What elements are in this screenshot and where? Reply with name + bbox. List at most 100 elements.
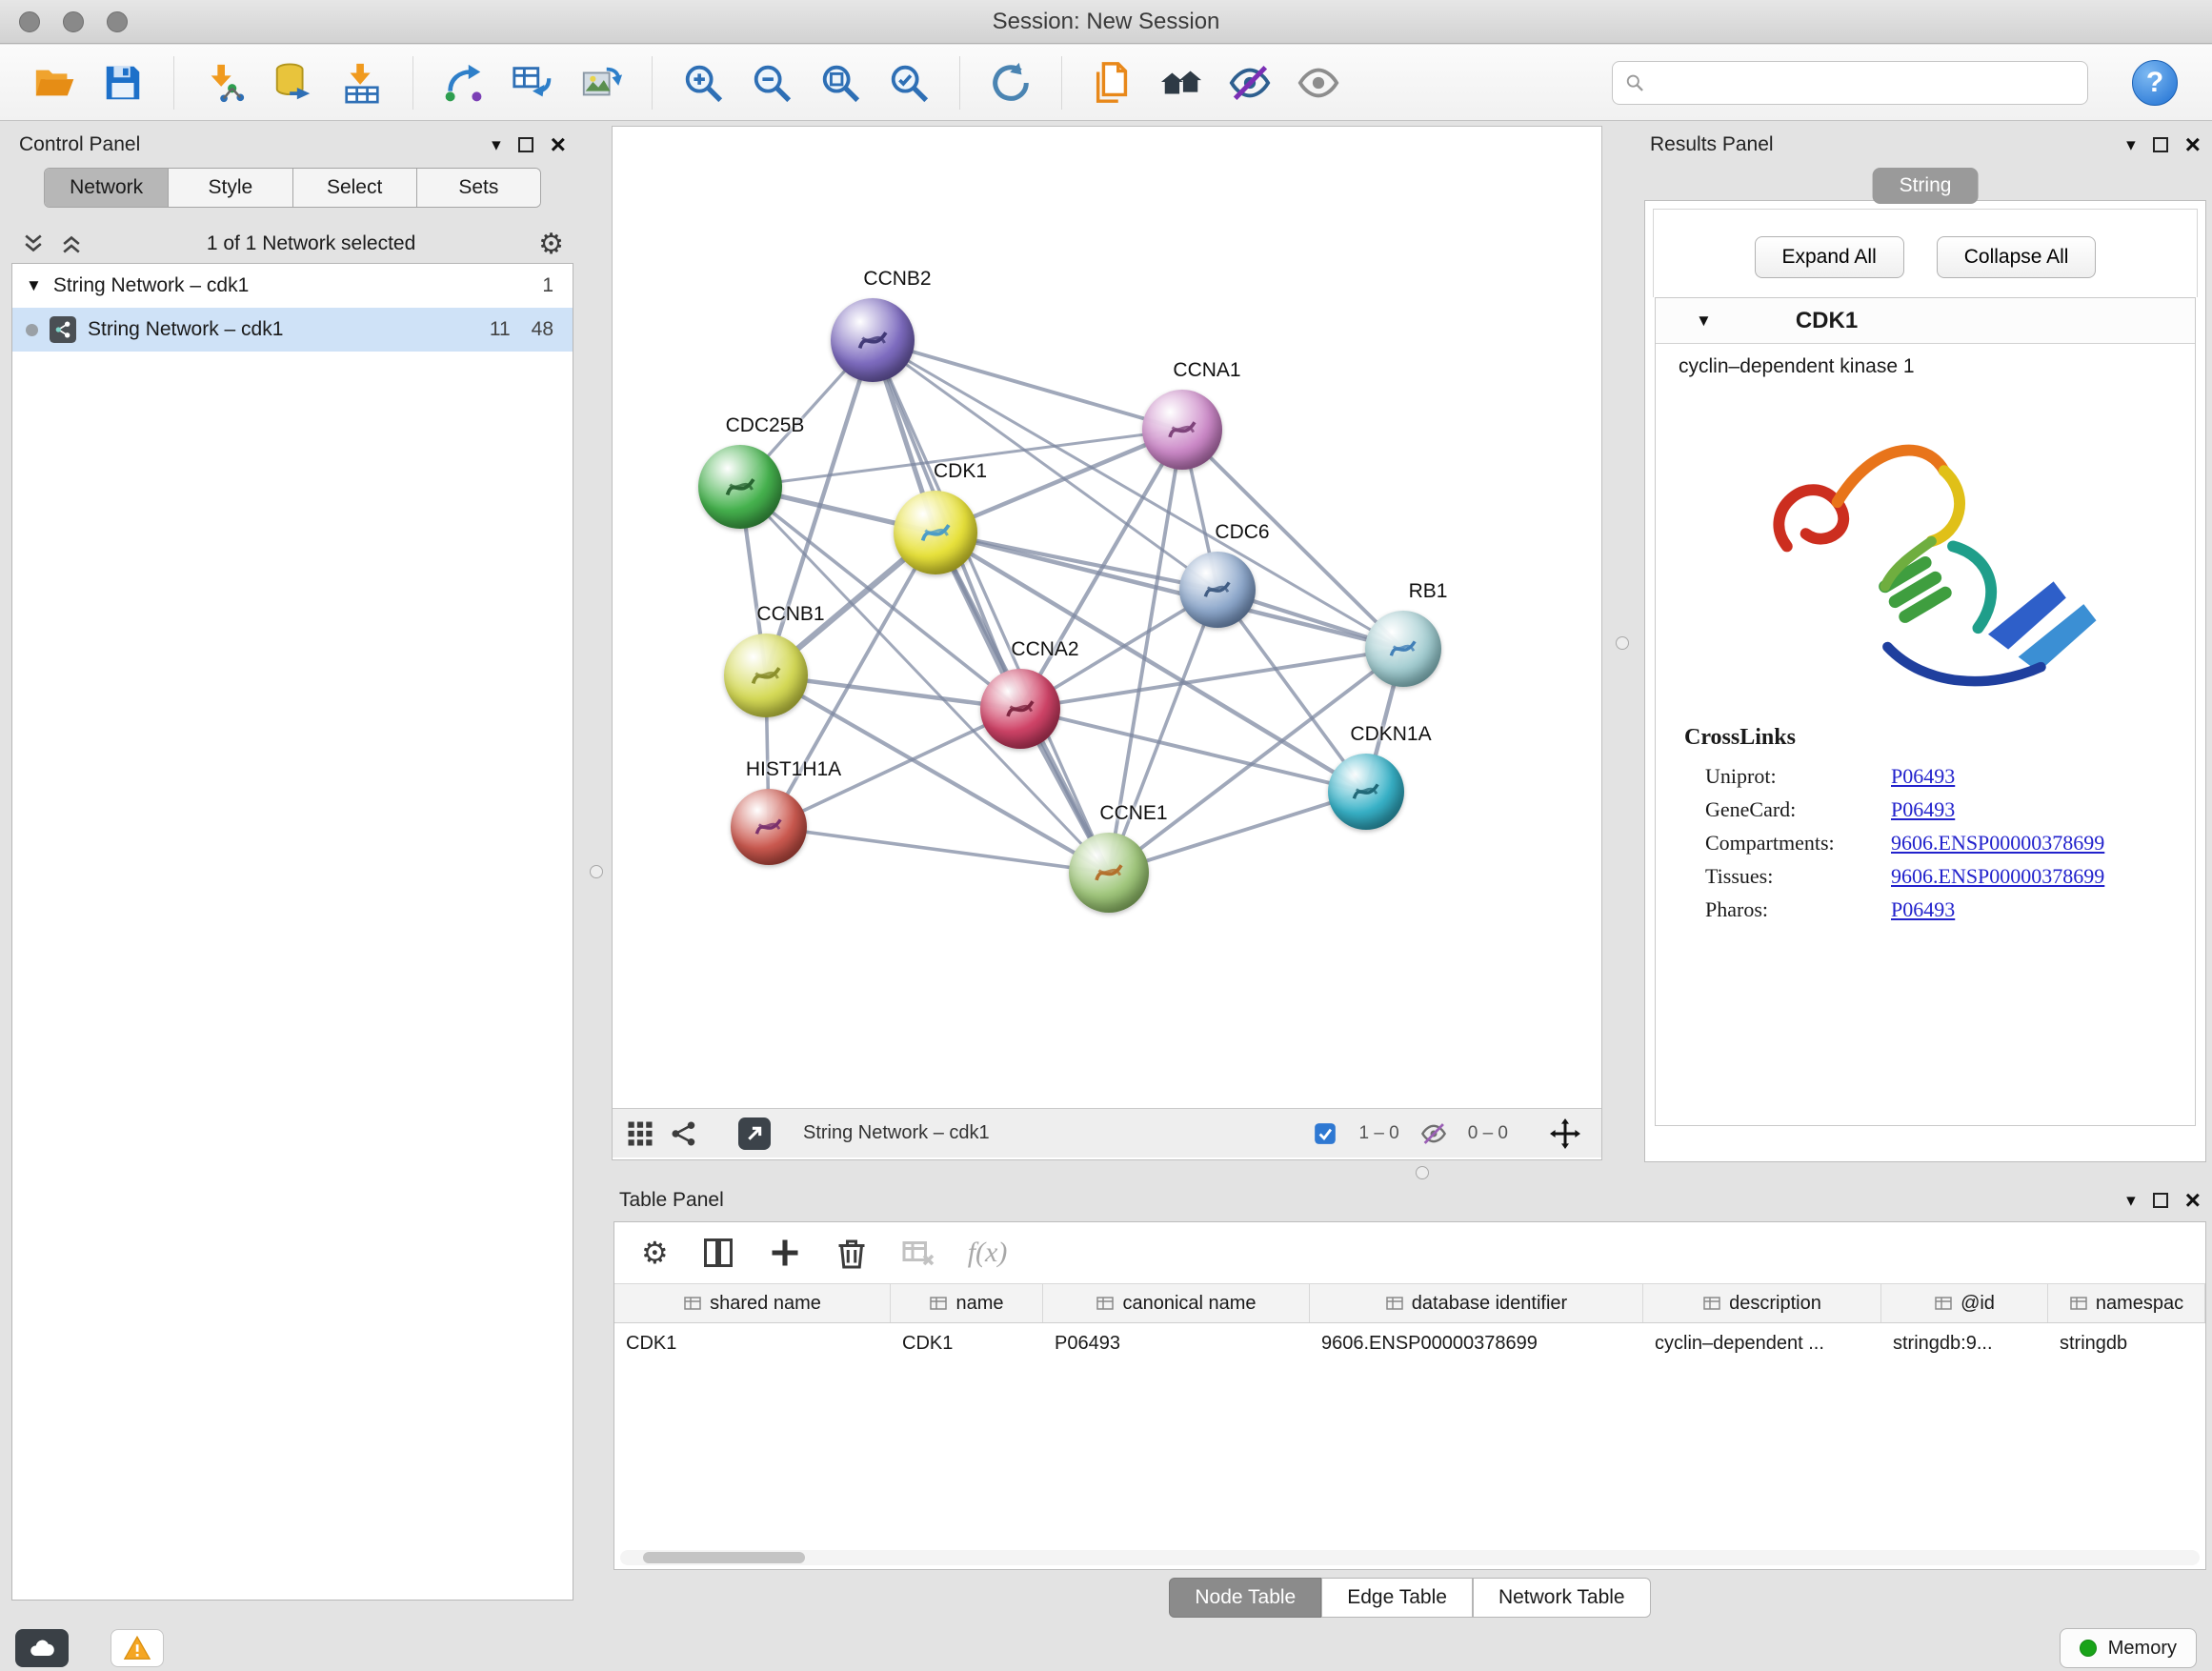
network-node-CCNA2[interactable] [980,669,1060,749]
network-node-CDKN1A[interactable] [1328,754,1404,830]
genecard-link[interactable]: P06493 [1891,797,1955,822]
network-node-CDK1[interactable] [894,491,977,574]
maximize-window-button[interactable] [107,11,128,32]
share-network-icon[interactable] [670,1119,698,1148]
network-options-gear-icon[interactable]: ⚙ [538,228,564,261]
network-canvas[interactable]: CCNB2CCNA1CDC25BCDK1CDC6RB1CCNB1CCNA2CDK… [613,127,1601,1108]
network-node-HIST1H1A[interactable] [731,789,807,865]
import-network-database-button[interactable] [264,53,323,112]
tab-network-table[interactable]: Network Table [1473,1578,1651,1618]
table-options-gear-icon[interactable]: ⚙ [641,1235,669,1271]
refresh-icon [989,61,1033,105]
network-node-CDC25B[interactable] [698,445,782,529]
network-node-CDC6[interactable] [1179,552,1256,628]
tab-edge-table[interactable]: Edge Table [1321,1578,1473,1618]
refresh-button[interactable] [981,53,1040,112]
compartments-link[interactable]: 9606.ENSP00000378699 [1891,831,2104,856]
tab-style[interactable]: Style [169,169,292,207]
horizontal-scrollbar[interactable] [620,1550,2200,1565]
warnings-button[interactable] [111,1629,164,1667]
right-splitter-handle[interactable] [1616,636,1629,650]
table-row[interactable]: CDK1 CDK1 P06493 9606.ENSP00000378699 cy… [614,1323,2205,1355]
annotation-button[interactable] [1083,53,1142,112]
gene-section-header[interactable]: ▼ CDK1 [1656,298,2195,344]
search-input[interactable] [1655,71,2076,93]
new-network-button[interactable] [434,53,493,112]
network-from-table-button[interactable] [503,53,562,112]
tissues-link[interactable]: 9606.ENSP00000378699 [1891,864,2104,889]
expand-all-button[interactable]: Expand All [1755,236,1904,278]
collapse-triangle-icon[interactable]: ▼ [1696,312,1712,331]
results-panel-header: Results Panel ▾ × [1642,126,2208,164]
export-image-button[interactable] [572,53,631,112]
column-header[interactable]: namespac [2048,1284,2205,1322]
network-node-CCNE1[interactable] [1069,833,1149,913]
panel-menu-icon[interactable]: ▾ [2126,134,2136,156]
column-header[interactable]: @id [1881,1284,2048,1322]
scrollbar-thumb[interactable] [643,1552,805,1563]
expand-all-networks-icon[interactable] [21,232,46,256]
help-button[interactable]: ? [2132,60,2178,106]
import-table-button[interactable] [332,53,392,112]
delete-column-trash-icon[interactable] [835,1236,869,1270]
column-header[interactable]: canonical name [1043,1284,1310,1322]
tab-string[interactable]: String [1873,168,1979,204]
string-network-icon [50,316,76,343]
column-header[interactable]: description [1643,1284,1881,1322]
collection-label: String Network – cdk1 [53,274,249,297]
close-window-button[interactable] [19,11,40,32]
network-row[interactable]: String Network – cdk1 11 48 [12,308,573,352]
network-tree: ▼ String Network – cdk1 1 String Network… [11,263,573,1601]
left-splitter-handle[interactable] [590,865,603,878]
import-network-file-button[interactable] [195,53,254,112]
network-node-CCNB2[interactable] [831,298,915,382]
open-birdseye-icon[interactable] [738,1117,771,1150]
pan-crosshair-icon[interactable] [1550,1118,1580,1149]
collapse-all-networks-icon[interactable] [59,232,84,256]
traffic-lights [19,11,128,32]
network-node-CCNA1[interactable] [1142,390,1222,470]
hidden-eye-slash-icon[interactable] [1420,1120,1447,1147]
bottom-splitter-handle[interactable] [1416,1166,1429,1179]
zoom-in-button[interactable] [674,53,733,112]
panel-float-icon[interactable] [2153,1193,2168,1208]
hide-selected-button[interactable] [1220,53,1279,112]
tab-network[interactable]: Network [45,169,169,207]
show-columns-icon[interactable] [701,1236,735,1270]
column-header[interactable]: name [891,1284,1043,1322]
panel-menu-icon[interactable]: ▾ [2126,1190,2136,1212]
open-session-button[interactable] [25,53,84,112]
network-collection-row[interactable]: ▼ String Network – cdk1 1 [12,264,573,308]
tab-node-table[interactable]: Node Table [1169,1578,1321,1618]
column-header[interactable]: shared name [614,1284,891,1322]
column-header[interactable]: database identifier [1310,1284,1643,1322]
cloud-button[interactable] [15,1629,69,1667]
save-session-button[interactable] [93,53,152,112]
collapse-triangle-icon[interactable]: ▼ [26,276,42,295]
panel-float-icon[interactable] [2153,137,2168,152]
table-tabs: Node Table Edge Table Network Table [612,1578,2208,1618]
collapse-all-button[interactable]: Collapse All [1937,236,2097,278]
network-node-RB1[interactable] [1365,611,1441,687]
network-node-CCNB1[interactable] [724,634,808,717]
uniprot-link[interactable]: P06493 [1891,764,1955,789]
selected-checkbox-icon[interactable] [1313,1121,1337,1146]
panel-float-icon[interactable] [518,137,533,152]
minimize-window-button[interactable] [63,11,84,32]
show-hidden-button[interactable] [1289,53,1348,112]
panel-close-icon[interactable]: × [551,134,566,155]
panel-close-icon[interactable]: × [2185,1190,2201,1211]
zoom-selected-button[interactable] [879,53,938,112]
panel-close-icon[interactable]: × [2185,134,2201,155]
birdseye-button[interactable] [1152,53,1211,112]
pharos-link[interactable]: P06493 [1891,897,1955,922]
zoom-out-button[interactable] [742,53,801,112]
panel-menu-icon[interactable]: ▾ [492,134,501,156]
zoom-fit-button[interactable] [811,53,870,112]
tab-select[interactable]: Select [293,169,417,207]
memory-button[interactable]: Memory [2060,1628,2197,1668]
grid-view-icon[interactable] [626,1119,654,1148]
tab-sets[interactable]: Sets [417,169,540,207]
control-panel: Control Panel ▾ × Network Style Select S… [11,126,573,1601]
add-column-icon[interactable] [768,1236,802,1270]
